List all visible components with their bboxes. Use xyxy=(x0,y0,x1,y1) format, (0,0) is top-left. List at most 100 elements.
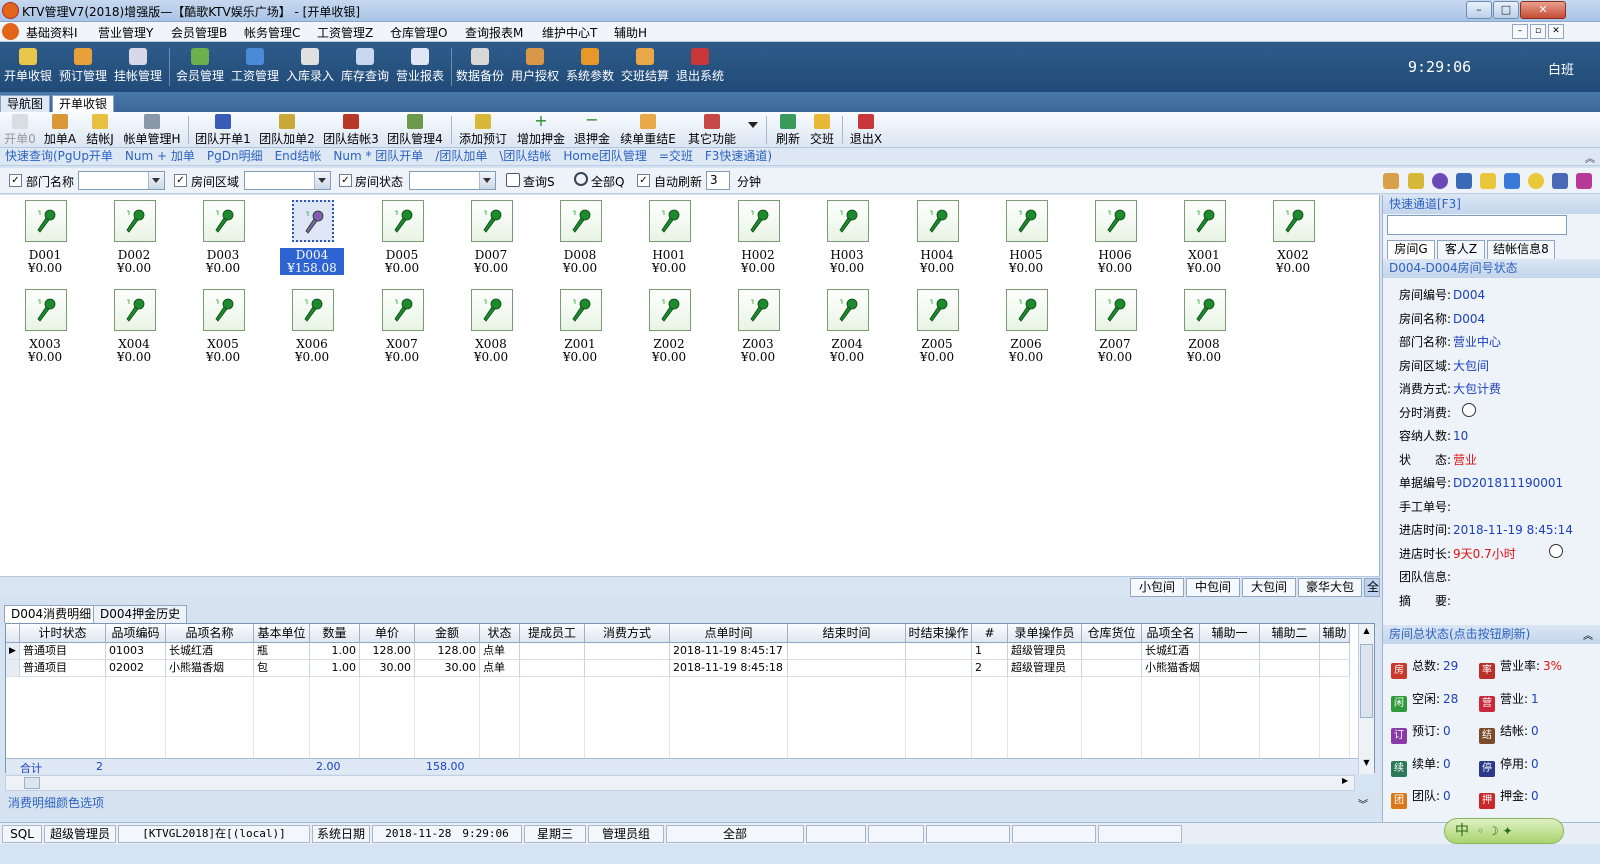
column-header[interactable]: 仓库货位 xyxy=(1082,624,1142,643)
room-tile[interactable]: H004 ¥0.00 xyxy=(905,197,969,277)
table-cell[interactable]: 瓶 xyxy=(254,643,310,660)
dropdown-arrow-icon[interactable] xyxy=(748,122,758,128)
column-header[interactable]: 提成员工 xyxy=(520,624,585,643)
room-tile[interactable]: H002 ¥0.00 xyxy=(726,197,790,277)
minimize-button[interactable]: – xyxy=(1466,1,1492,19)
chat-icon[interactable] xyxy=(1528,173,1544,189)
app-icon[interactable] xyxy=(2,2,19,19)
team-add-button[interactable]: 团队加单2 xyxy=(257,114,317,146)
room-tile[interactable]: X005 ¥0.00 xyxy=(191,286,255,366)
column-header[interactable]: # xyxy=(972,624,1008,643)
team-open-button[interactable]: 团队开单1 xyxy=(193,114,253,146)
query-button[interactable]: 查询S xyxy=(523,173,555,190)
table-cell[interactable]: 1.00 xyxy=(310,660,360,677)
room-tile[interactable]: Z006 ¥0.00 xyxy=(994,286,1058,366)
table-cell[interactable]: 1 xyxy=(972,643,1008,660)
tab-room[interactable]: 房间G xyxy=(1387,240,1435,259)
team-manage-button[interactable]: 团队管理4 xyxy=(385,114,445,146)
table-cell[interactable] xyxy=(1082,643,1142,660)
exit-system-button[interactable]: 退出系统 xyxy=(672,46,728,90)
exit-button[interactable]: 退出X xyxy=(848,114,884,146)
table-cell[interactable]: 长城红酒 xyxy=(166,643,254,660)
grid-icon[interactable] xyxy=(1504,173,1520,189)
table-cell[interactable]: 128.00 xyxy=(360,643,415,660)
calendar-icon[interactable] xyxy=(1456,173,1472,189)
room-tile[interactable]: X008 ¥0.00 xyxy=(459,286,523,366)
mdi-minimize-icon[interactable]: – xyxy=(1512,24,1528,39)
table-cell[interactable] xyxy=(520,660,585,677)
add-order-button[interactable]: 加单A xyxy=(42,114,78,146)
horizontal-scrollbar[interactable]: ▶ xyxy=(5,775,1355,791)
table-cell[interactable]: 128.00 xyxy=(415,643,480,660)
business-report-button[interactable]: 营业报表 xyxy=(392,46,448,90)
wages-button[interactable]: 工资管理 xyxy=(227,46,283,90)
pencil-icon[interactable] xyxy=(1383,173,1399,189)
column-header[interactable]: 辅助 xyxy=(1320,624,1350,643)
table-cell[interactable] xyxy=(906,660,972,677)
reservation-button[interactable]: 预订管理 xyxy=(55,46,111,90)
table-cell[interactable]: 点单 xyxy=(480,660,520,677)
tab-deposit-history[interactable]: D004押金历史 xyxy=(93,605,188,623)
tab-small-room[interactable]: 小包间 xyxy=(1130,578,1184,597)
handover-button[interactable]: 交班 xyxy=(806,114,838,146)
room-tile[interactable]: Z007 ¥0.00 xyxy=(1083,286,1147,366)
room-tile[interactable]: Z004 ¥0.00 xyxy=(815,286,879,366)
status-checkbox[interactable]: ✓ xyxy=(339,174,352,187)
mdi-close-icon[interactable]: ✕ xyxy=(1548,24,1564,39)
team-checkout-button[interactable]: 团队结帐3 xyxy=(321,114,381,146)
menu-wages[interactable]: 工资管理Z xyxy=(317,24,373,41)
room-tile[interactable]: H005 ¥0.00 xyxy=(994,197,1058,277)
checkout-button[interactable]: 结帐J xyxy=(82,114,118,146)
room-tile[interactable]: H003 ¥0.00 xyxy=(815,197,879,277)
dept-select[interactable] xyxy=(78,171,165,190)
status-select[interactable] xyxy=(409,171,496,190)
menu-reports[interactable]: 查询报表M xyxy=(465,24,523,41)
resettle-button[interactable]: 续单重结E xyxy=(618,114,678,146)
system-params-button[interactable]: 系统参数 xyxy=(562,46,618,90)
table-cell[interactable]: 普通项目 xyxy=(20,643,106,660)
column-header[interactable]: 计时状态 xyxy=(20,624,106,643)
room-tile[interactable]: D007 ¥0.00 xyxy=(459,197,523,277)
tab-medium-room[interactable]: 中包间 xyxy=(1186,578,1240,597)
table-cell[interactable] xyxy=(1082,660,1142,677)
quick-channel-input[interactable] xyxy=(1387,215,1567,235)
table-cell[interactable]: 长城红酒 xyxy=(1142,643,1200,660)
key-icon[interactable] xyxy=(1480,173,1496,189)
expand-down-icon[interactable]: ︾ xyxy=(1358,796,1368,811)
collapse-up-icon[interactable]: ︽ xyxy=(1583,627,1593,642)
scroll-up-icon[interactable]: ▲ xyxy=(1360,626,1373,640)
table-cell[interactable]: 小熊猫香烟 xyxy=(1142,660,1200,677)
user-auth-button[interactable]: 用户授权 xyxy=(507,46,563,90)
table-cell[interactable] xyxy=(788,660,906,677)
room-tile[interactable]: Z001 ¥0.00 xyxy=(548,286,612,366)
color-options-bar[interactable]: 消费明细颜色选项 xyxy=(0,793,1380,813)
tab-nav[interactable]: 导航图 xyxy=(0,95,51,112)
table-cell[interactable] xyxy=(1260,660,1320,677)
column-header[interactable]: 消费方式 xyxy=(585,624,670,643)
column-header[interactable]: 录单操作员 xyxy=(1008,624,1082,643)
backup-button[interactable]: 数据备份 xyxy=(452,46,508,90)
column-header[interactable]: 基本单位 xyxy=(254,624,310,643)
table-cell[interactable]: 超级管理员 xyxy=(1008,643,1082,660)
area-select[interactable] xyxy=(244,171,331,190)
table-cell[interactable] xyxy=(1320,643,1350,660)
table-cell[interactable]: 普通项目 xyxy=(20,660,106,677)
row-indicator[interactable]: ▶ xyxy=(6,643,20,660)
room-tile[interactable]: X007 ¥0.00 xyxy=(370,286,434,366)
room-tile[interactable]: D008 ¥0.00 xyxy=(548,197,612,277)
stock-in-button[interactable]: 入库录入 xyxy=(282,46,338,90)
other-functions-button[interactable]: 其它功能 xyxy=(684,114,740,146)
maximize-button[interactable]: □ xyxy=(1493,1,1519,19)
refresh-button[interactable]: 刷新 xyxy=(772,114,804,146)
column-header[interactable]: 点单时间 xyxy=(670,624,788,643)
row-indicator[interactable] xyxy=(6,660,20,677)
room-tile[interactable]: Z002 ¥0.00 xyxy=(637,286,701,366)
tab-cashier[interactable]: 开单收银 xyxy=(52,95,115,112)
column-header[interactable]: 结束时间 xyxy=(788,624,906,643)
menu-member[interactable]: 会员管理B xyxy=(171,24,227,41)
column-header[interactable]: 品项全名 xyxy=(1142,624,1200,643)
shift-settle-button[interactable]: 交班结算 xyxy=(617,46,673,90)
add-reservation-button[interactable]: 添加预订 xyxy=(455,114,511,146)
room-tile[interactable]: D004 ¥158.08 xyxy=(280,197,344,277)
table-cell[interactable] xyxy=(788,643,906,660)
